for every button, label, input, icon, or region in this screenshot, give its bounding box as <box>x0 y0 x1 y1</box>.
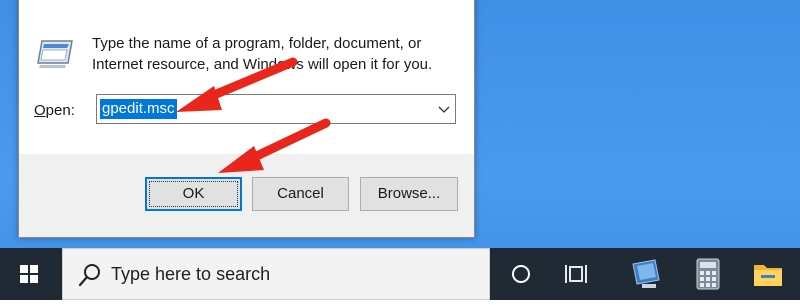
cancel-button[interactable]: Cancel <box>252 177 349 211</box>
open-input-value[interactable]: gpedit.msc <box>100 99 177 119</box>
run-description: Type the name of a program, folder, docu… <box>92 35 433 73</box>
taskbar-app-file-explorer[interactable] <box>746 248 790 300</box>
start-button[interactable] <box>0 248 60 300</box>
taskbar-app-calculator[interactable] <box>686 248 730 300</box>
task-view-icon[interactable] <box>555 248 599 300</box>
chevron-down-icon[interactable] <box>438 103 450 115</box>
windows-start-icon[interactable] <box>0 248 60 300</box>
taskbar-app-remote-desktop[interactable] <box>625 248 669 300</box>
file-explorer-icon[interactable] <box>746 248 790 300</box>
ok-button[interactable]: OK <box>145 177 242 211</box>
run-dialog-content <box>19 0 474 154</box>
remote-desktop-icon[interactable] <box>625 248 669 300</box>
cortana-button[interactable] <box>500 248 544 300</box>
cortana-icon[interactable] <box>500 248 544 300</box>
search-icon <box>78 264 100 287</box>
browse-button[interactable]: Browse... <box>360 177 458 211</box>
open-label: Open: <box>34 102 75 119</box>
open-label-accelerator: O <box>34 102 46 119</box>
taskbar-search-box[interactable]: Type here to search <box>62 248 490 300</box>
search-placeholder: Type here to search <box>111 264 271 284</box>
task-view-button[interactable] <box>555 248 599 300</box>
run-dialog: Type the name of a program, folder, docu… <box>18 0 475 238</box>
taskbar: Type here to search <box>0 248 800 300</box>
run-program-icon <box>37 40 73 68</box>
open-label-text: pen: <box>45 102 75 119</box>
calculator-icon[interactable] <box>686 248 730 300</box>
open-combobox[interactable]: gpedit.msc <box>96 94 456 124</box>
